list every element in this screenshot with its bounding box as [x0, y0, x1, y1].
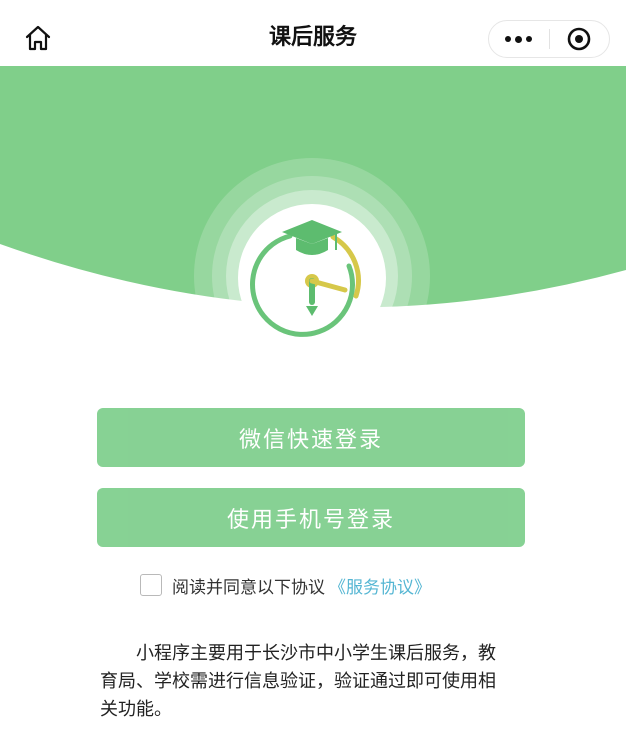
wechat-login-button[interactable]: 微信快速登录	[97, 408, 525, 467]
service-agreement-link[interactable]: 《服务协议》	[329, 573, 431, 598]
more-dots-icon	[505, 35, 533, 43]
target-close-icon	[567, 27, 591, 51]
close-button[interactable]	[550, 21, 610, 57]
nav-bar: 课后服务	[0, 0, 626, 74]
agreement-row: 阅读并同意以下协议 《服务协议》	[140, 571, 431, 599]
description-text: 小程序主要用于长沙市中小学生课后服务，教育局、学校需进行信息验证，验证通过即可使…	[100, 643, 496, 720]
hero-banner	[0, 66, 626, 366]
capsule-menu	[488, 20, 610, 58]
agreement-checkbox[interactable]	[140, 574, 162, 596]
agreement-text: 阅读并同意以下协议	[172, 577, 325, 598]
more-button[interactable]	[489, 21, 549, 57]
phone-login-button[interactable]: 使用手机号登录	[97, 488, 525, 547]
